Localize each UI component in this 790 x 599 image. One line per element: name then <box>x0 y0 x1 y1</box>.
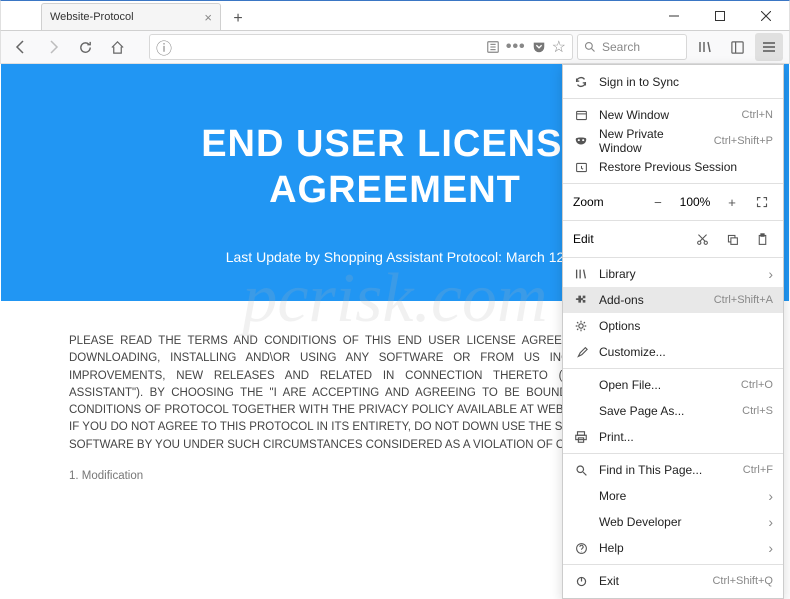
menu-separator <box>563 368 783 369</box>
reader-mode-icon[interactable] <box>486 40 500 54</box>
browser-toolbar: ⓘ ••• ☆ Search <box>0 30 790 64</box>
paste-button[interactable] <box>751 228 773 250</box>
menu-more[interactable]: More › <box>563 483 783 509</box>
tab-strip: Website-Protocol × + <box>1 1 651 30</box>
menu-sign-in-sync[interactable]: Sign in to Sync <box>563 69 783 95</box>
restore-icon <box>573 159 589 175</box>
menu-separator <box>563 564 783 565</box>
search-icon <box>573 462 589 478</box>
new-tab-button[interactable]: + <box>225 8 251 30</box>
fullscreen-button[interactable] <box>751 191 773 213</box>
site-info-icon[interactable]: ⓘ <box>156 35 172 59</box>
menu-separator <box>563 98 783 99</box>
bookmark-star-icon[interactable]: ☆ <box>552 37 566 57</box>
pocket-icon[interactable] <box>532 40 546 54</box>
url-bar[interactable]: ⓘ ••• ☆ <box>149 34 573 60</box>
menu-customize[interactable]: Customize... <box>563 339 783 365</box>
menu-help[interactable]: Help › <box>563 535 783 561</box>
app-menu: Sign in to Sync New Window Ctrl+N New Pr… <box>562 64 784 599</box>
tab-title: Website-Protocol <box>50 11 134 23</box>
window-controls <box>651 1 789 30</box>
chevron-right-icon: › <box>768 514 773 530</box>
puzzle-icon <box>573 292 589 308</box>
library-icon <box>573 266 589 282</box>
minimize-button[interactable] <box>651 1 697 31</box>
menu-options[interactable]: Options <box>563 313 783 339</box>
zoom-in-button[interactable]: + <box>721 191 743 213</box>
menu-separator <box>563 453 783 454</box>
menu-addons[interactable]: Add-ons Ctrl+Shift+A <box>563 287 783 313</box>
menu-save-page[interactable]: Save Page As... Ctrl+S <box>563 398 783 424</box>
paintbrush-icon <box>573 344 589 360</box>
menu-open-file[interactable]: Open File... Ctrl+O <box>563 372 783 398</box>
forward-button[interactable] <box>39 33 67 61</box>
cut-button[interactable] <box>691 228 713 250</box>
menu-exit[interactable]: Exit Ctrl+Shift+Q <box>563 568 783 594</box>
home-button[interactable] <box>103 33 131 61</box>
sidebar-button[interactable] <box>723 33 751 61</box>
power-icon <box>573 573 589 589</box>
window-titlebar: Website-Protocol × + <box>0 0 790 30</box>
menu-edit-row: Edit <box>563 224 783 254</box>
menu-separator <box>563 183 783 184</box>
menu-new-private-window[interactable]: New Private Window Ctrl+Shift+P <box>563 128 783 154</box>
back-button[interactable] <box>7 33 35 61</box>
zoom-out-button[interactable]: − <box>647 191 669 213</box>
close-window-button[interactable] <box>743 1 789 31</box>
menu-zoom-row: Zoom − 100% + <box>563 187 783 217</box>
menu-print[interactable]: Print... <box>563 424 783 450</box>
library-button[interactable] <box>691 33 719 61</box>
chevron-right-icon: › <box>768 540 773 556</box>
chevron-right-icon: › <box>768 488 773 504</box>
copy-button[interactable] <box>721 228 743 250</box>
chevron-right-icon: › <box>768 266 773 282</box>
search-bar[interactable]: Search <box>577 34 687 60</box>
sync-icon <box>573 74 589 90</box>
help-icon <box>573 540 589 556</box>
page-actions-icon[interactable]: ••• <box>506 38 526 56</box>
browser-tab[interactable]: Website-Protocol × <box>41 3 221 30</box>
menu-separator <box>563 220 783 221</box>
menu-web-developer[interactable]: Web Developer › <box>563 509 783 535</box>
menu-restore-session[interactable]: Restore Previous Session <box>563 154 783 180</box>
window-icon <box>573 107 589 123</box>
gear-icon <box>573 318 589 334</box>
search-placeholder: Search <box>602 40 640 54</box>
close-icon[interactable]: × <box>204 10 212 25</box>
hamburger-menu-button[interactable] <box>755 33 783 61</box>
menu-new-window[interactable]: New Window Ctrl+N <box>563 102 783 128</box>
maximize-button[interactable] <box>697 1 743 31</box>
menu-library[interactable]: Library › <box>563 261 783 287</box>
menu-separator <box>563 257 783 258</box>
mask-icon <box>573 133 589 149</box>
printer-icon <box>573 429 589 445</box>
menu-find[interactable]: Find in This Page... Ctrl+F <box>563 457 783 483</box>
reload-button[interactable] <box>71 33 99 61</box>
search-icon <box>584 41 596 53</box>
zoom-value: 100% <box>677 195 713 209</box>
